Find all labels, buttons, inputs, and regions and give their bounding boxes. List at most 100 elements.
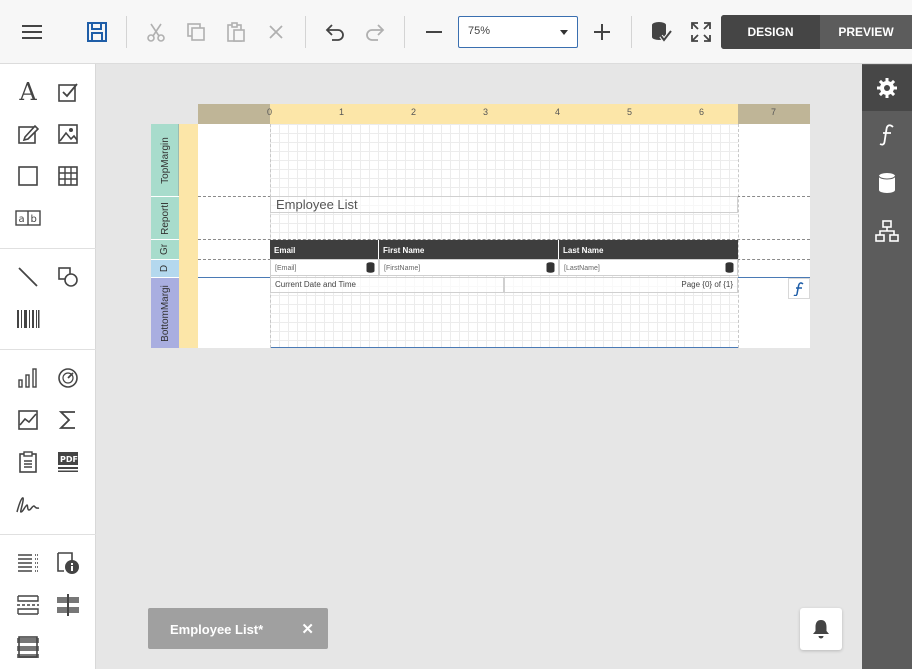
- band-bottommargin[interactable]: BottomMargi: [151, 277, 179, 348]
- band-reportheader[interactable]: ReportI: [151, 196, 179, 239]
- menu-icon[interactable]: [16, 16, 48, 48]
- line-icon[interactable]: [13, 262, 43, 292]
- toolbox-separator: [0, 349, 96, 350]
- table-of-contents-icon[interactable]: [13, 548, 43, 578]
- page-right-margin: [738, 124, 810, 348]
- report-explorer-tree-icon[interactable]: [862, 208, 912, 254]
- horizontal-ruler: 0 1 2 3 4 5 6 7: [198, 104, 810, 124]
- field-placeholder: [Email]: [275, 265, 297, 272]
- field-placeholder: [FirstName]: [384, 265, 421, 272]
- band-label: Gr: [159, 243, 171, 256]
- barcode-icon[interactable]: [13, 304, 43, 334]
- pdf-content-icon[interactable]: PDF: [53, 447, 83, 477]
- toolbar-separator: [631, 16, 632, 48]
- undo-icon[interactable]: [319, 16, 351, 48]
- panel-icon[interactable]: [13, 161, 43, 191]
- sparkline-icon[interactable]: [13, 405, 43, 435]
- report-page[interactable]: [198, 124, 810, 348]
- svg-text:b: b: [31, 214, 37, 225]
- ruler-number: 1: [339, 107, 345, 117]
- header-cell-last-name[interactable]: Last Name: [559, 240, 738, 259]
- footer-date-time[interactable]: Current Date and Time: [270, 277, 504, 293]
- right-margin-guide: [738, 124, 739, 348]
- zoom-in-icon[interactable]: [586, 16, 618, 48]
- sum-icon[interactable]: [53, 405, 83, 435]
- page-info-icon[interactable]: [53, 548, 83, 578]
- mode-tabs: DESIGN PREVIEW: [721, 15, 912, 49]
- character-comb-icon[interactable]: ab: [13, 203, 43, 233]
- field-list-database-icon[interactable]: [862, 160, 912, 206]
- expression-badge-icon[interactable]: [788, 278, 810, 299]
- left-margin-guide: [270, 124, 271, 348]
- chart-icon[interactable]: [13, 363, 43, 393]
- band-groupheader[interactable]: Gr: [151, 239, 179, 259]
- rich-text-icon[interactable]: [13, 119, 43, 149]
- zoom-select[interactable]: 75%: [458, 16, 578, 48]
- close-icon[interactable]: ✕: [301, 620, 314, 638]
- control-toolbox: A ab PDF: [0, 64, 96, 669]
- ruler-number: 5: [627, 107, 633, 117]
- band-detail[interactable]: D: [151, 259, 179, 277]
- ruler-number: 0: [267, 107, 273, 117]
- band-label: BottomMargi: [159, 284, 171, 342]
- text-glyph: A: [19, 78, 37, 106]
- chevron-down-icon: [560, 30, 568, 35]
- validate-bindings-icon[interactable]: [645, 16, 677, 48]
- label-control-icon[interactable]: A: [13, 77, 43, 107]
- redo-icon[interactable]: [359, 16, 391, 48]
- cross-band-box-icon[interactable]: [13, 632, 43, 662]
- shape-icon[interactable]: [53, 262, 83, 292]
- tab-preview[interactable]: PREVIEW: [820, 15, 912, 49]
- band-label: D: [159, 264, 171, 273]
- vertical-ruler: [179, 124, 198, 348]
- field-placeholder: [LastName]: [564, 265, 600, 272]
- right-panel: [862, 64, 912, 669]
- database-icon: [366, 262, 375, 273]
- band-topmargin[interactable]: TopMargin: [151, 124, 179, 196]
- signature-icon[interactable]: [13, 489, 43, 519]
- zoom-out-icon[interactable]: [418, 16, 450, 48]
- zoom-value: 75%: [468, 25, 491, 37]
- cut-icon[interactable]: [140, 16, 172, 48]
- band-label: TopMargin: [159, 136, 171, 184]
- picture-box-icon[interactable]: [53, 119, 83, 149]
- subreport-icon[interactable]: [13, 447, 43, 477]
- ruler-number: 3: [483, 107, 489, 117]
- footer-page-info[interactable]: Page {0} of {1}: [504, 277, 738, 293]
- ruler-number: 2: [411, 107, 417, 117]
- toolbar-separator: [126, 16, 127, 48]
- page-break-icon[interactable]: [13, 590, 43, 620]
- notification-bell-icon[interactable]: [800, 608, 842, 650]
- toolbar-separator: [305, 16, 306, 48]
- save-icon[interactable]: [81, 16, 113, 48]
- gauge-icon[interactable]: [53, 363, 83, 393]
- main-toolbar: 75% DESIGN PREVIEW: [0, 0, 912, 64]
- toolbar-separator: [404, 16, 405, 48]
- properties-gear-icon[interactable]: [862, 65, 912, 111]
- header-cell-first-name[interactable]: First Name: [379, 240, 559, 259]
- svg-text:a: a: [19, 214, 25, 225]
- svg-text:PDF: PDF: [60, 455, 78, 464]
- paste-icon[interactable]: [220, 16, 252, 48]
- toolbox-separator: [0, 534, 96, 535]
- report-title-label[interactable]: Employee List: [270, 196, 738, 213]
- detail-cell-first-name[interactable]: [FirstName]: [379, 259, 559, 276]
- cross-band-line-icon[interactable]: [53, 590, 83, 620]
- detail-cell-last-name[interactable]: [LastName]: [559, 259, 738, 276]
- document-tab[interactable]: Employee List* ✕: [148, 608, 328, 649]
- header-cell-email[interactable]: Email: [270, 240, 379, 259]
- expressions-fx-icon[interactable]: [862, 112, 912, 158]
- toolbox-separator: [0, 248, 96, 249]
- database-icon: [725, 262, 734, 273]
- detail-cell-email[interactable]: [Email]: [270, 259, 379, 276]
- ruler-number: 7: [771, 107, 777, 117]
- checkbox-control-icon[interactable]: [53, 77, 83, 107]
- copy-icon[interactable]: [180, 16, 212, 48]
- page-left-margin: [198, 124, 270, 348]
- fullscreen-icon[interactable]: [685, 16, 717, 48]
- delete-icon[interactable]: [260, 16, 292, 48]
- tab-design[interactable]: DESIGN: [721, 15, 820, 49]
- document-tab-label: Employee List*: [170, 622, 264, 637]
- table-icon[interactable]: [53, 161, 83, 191]
- ruler-number: 6: [699, 107, 705, 117]
